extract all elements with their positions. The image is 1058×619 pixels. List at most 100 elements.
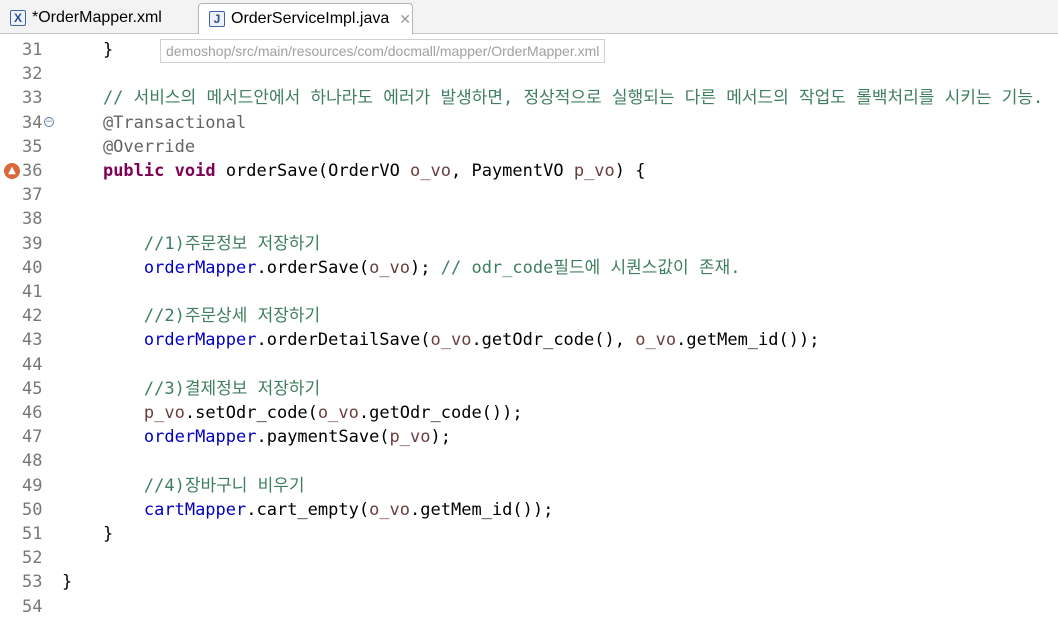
line-number: 35: [22, 136, 43, 157]
line-number: 54: [22, 596, 43, 617]
line-number: 52: [22, 548, 43, 569]
code-token: }: [62, 524, 114, 544]
code-line[interactable]: 34− @Transactional: [0, 111, 1058, 135]
line-number: 32: [22, 64, 43, 85]
code-token: // 서비스의 메서드안에서 하나라도 에러가 발생하면, 정상적으로 실행되는…: [62, 88, 1044, 109]
line-number: 42: [22, 306, 43, 327]
code-token: orderMapper: [143, 330, 257, 351]
code-token: @Override: [62, 136, 196, 157]
code-text: // 서비스의 메서드안에서 하나라도 에러가 발생하면, 정상적으로 실행되는…: [62, 86, 1043, 110]
code-token: .setOdr_code(: [184, 403, 318, 423]
code-text: @Override: [62, 135, 195, 159]
code-line[interactable]: 52: [0, 546, 1058, 570]
code-line[interactable]: 45 //3)결제정보 저장하기: [0, 377, 1058, 401]
line-number: 50: [22, 499, 43, 520]
code-token: o_vo: [369, 499, 411, 520]
code-token: .getMem_id());: [410, 499, 554, 520]
code-text: //4)장바구니 비우기: [62, 474, 305, 498]
code-token: o_vo: [317, 403, 359, 423]
code-token: public: [102, 161, 165, 181]
editor-tab-bar: X *OrderMapper.xml J OrderServiceImpl.ja…: [0, 0, 1058, 34]
code-line[interactable]: 46 p_vo.setOdr_code(o_vo.getOdr_code());: [0, 401, 1058, 425]
code-editor[interactable]: 31 } 32 33 // 서비스의 메서드안에서 하나라도 에러가 발생하면, 정…: [0, 34, 1058, 617]
line-number: 38: [22, 209, 43, 230]
code-line[interactable]: 35 @Override: [0, 135, 1058, 159]
line-number: 43: [22, 330, 43, 351]
code-text: }: [62, 38, 113, 62]
code-line[interactable]: 53}: [0, 570, 1058, 594]
code-line[interactable]: 54: [0, 595, 1058, 619]
code-token: o_vo: [410, 161, 451, 181]
code-line[interactable]: 47 orderMapper.paymentSave(p_vo);: [0, 425, 1058, 449]
code-text: @Transactional: [62, 111, 246, 135]
line-number: 44: [22, 354, 43, 375]
code-line[interactable]: 49 //4)장바구니 비우기: [0, 474, 1058, 498]
code-token: .orderDetailSave(: [256, 330, 431, 351]
code-token: .getOdr_code(),: [471, 330, 636, 351]
close-tab-icon[interactable]: ✕: [399, 11, 411, 28]
line-number: 47: [22, 427, 43, 448]
code-line[interactable]: 41: [0, 280, 1058, 304]
code-line[interactable]: 42 //2)주문상세 저장하기: [0, 304, 1058, 328]
code-token: //3)결제정보 저장하기: [62, 378, 321, 399]
line-number: 46: [22, 403, 43, 423]
code-token: }: [62, 40, 114, 60]
code-token: cartMapper: [143, 499, 247, 520]
code-line[interactable]: 44: [0, 353, 1058, 377]
override-marker-icon[interactable]: ▲: [4, 163, 20, 179]
xml-file-icon: X: [10, 10, 26, 26]
code-line[interactable]: 43 orderMapper.orderDetailSave(o_vo.getO…: [0, 328, 1058, 352]
line-number: 31: [22, 40, 43, 60]
code-token: p_vo: [389, 427, 431, 448]
tab-order-service-impl-java[interactable]: J OrderServiceImpl.java ✕: [198, 3, 413, 34]
code-token: .getOdr_code());: [358, 403, 523, 423]
line-number: 49: [22, 475, 43, 496]
code-token: .paymentSave(: [256, 427, 390, 448]
code-line[interactable]: 51 }: [0, 522, 1058, 546]
code-text: }: [62, 570, 72, 594]
hover-path-tooltip: demoshop/src/main/resources/com/docmall/…: [160, 39, 606, 63]
line-number: 48: [22, 451, 43, 472]
code-text: orderMapper.paymentSave(p_vo);: [62, 425, 451, 449]
tab-label: OrderServiceImpl.java: [231, 10, 390, 27]
line-number: 39: [22, 233, 43, 254]
code-line[interactable]: 40 orderMapper.orderSave(o_vo); // odr_c…: [0, 256, 1058, 280]
code-token: .cart_empty(: [246, 499, 370, 520]
code-text: }: [62, 522, 113, 546]
line-number: 41: [22, 282, 43, 302]
line-number: 37: [22, 185, 43, 206]
code-token: o_vo: [430, 330, 472, 351]
code-token: o_vo: [369, 257, 411, 278]
code-token: , PaymentVO: [451, 161, 574, 181]
code-line[interactable]: 37: [0, 183, 1058, 207]
code-token: //4)장바구니 비우기: [62, 475, 305, 496]
code-token: p_vo: [143, 403, 185, 423]
line-number: 40: [22, 257, 43, 278]
code-text: public void orderSave(OrderVO o_vo, Paym…: [62, 159, 646, 183]
code-token: orderSave(OrderVO: [215, 161, 411, 181]
code-token: void: [174, 161, 216, 181]
code-token: p_vo: [573, 161, 615, 181]
tab-order-mapper-xml[interactable]: X *OrderMapper.xml: [0, 4, 198, 32]
code-text: orderMapper.orderSave(o_vo); // odr_code…: [62, 256, 741, 280]
code-token: .getMem_id());: [676, 330, 820, 351]
code-line[interactable]: 50 cartMapper.cart_empty(o_vo.getMem_id(…: [0, 498, 1058, 522]
code-line[interactable]: 32: [0, 62, 1058, 86]
code-line[interactable]: 33 // 서비스의 메서드안에서 하나라도 에러가 발생하면, 정상적으로 실…: [0, 86, 1058, 110]
code-token: }: [62, 572, 73, 593]
code-text: //2)주문상세 저장하기: [62, 304, 320, 328]
collapse-fold-icon[interactable]: −: [44, 116, 54, 127]
code-line[interactable]: 38: [0, 207, 1058, 231]
code-token: o_vo: [635, 330, 677, 351]
code-line[interactable]: ▲ 36 public void orderSave(OrderVO o_vo, …: [0, 159, 1058, 183]
code-line[interactable]: 39 //1)주문정보 저장하기: [0, 232, 1058, 256]
code-text: orderMapper.orderDetailSave(o_vo.getOdr_…: [62, 328, 820, 352]
code-token: //2)주문상세 저장하기: [62, 306, 321, 327]
code-line[interactable]: 48: [0, 449, 1058, 473]
